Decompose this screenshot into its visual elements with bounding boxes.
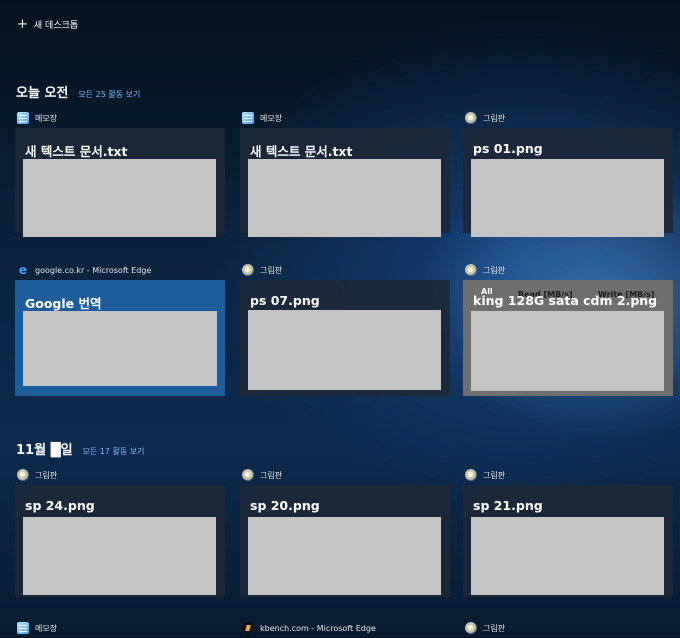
app-name: 그림판 [483, 265, 506, 275]
card-thumbnail [23, 311, 217, 386]
activity-card[interactable]: kbench.com - Microsoft Edge [240, 618, 450, 638]
section-header-november: 11월 █일 모든 17 활동 보기 [16, 439, 145, 458]
activity-card[interactable]: 그림판 sp 20.png [240, 465, 450, 597]
card-thumbnail [248, 517, 441, 595]
card-title: ps 07.png [250, 293, 320, 308]
activity-card[interactable]: 그림판 ps 07.png [240, 260, 450, 396]
card-title: 새 텍스트 문서.txt [250, 144, 353, 159]
section-header-today: 오늘 오전 모든 25 활동 보기 [16, 82, 140, 101]
plus-icon: + [17, 17, 28, 32]
see-all-activities-link[interactable]: 모든 25 활동 보기 [78, 89, 140, 100]
paint-icon [17, 469, 29, 481]
card-thumbnail [248, 310, 441, 390]
paint-icon [242, 264, 254, 276]
app-name: 메모장 [35, 113, 58, 123]
card-title: 새 텍스트 문서.txt [25, 144, 128, 159]
activity-card[interactable]: 그림판 All Read [MB/s] Write [MB/s] king 12… [463, 260, 673, 396]
app-name: kbench.com - Microsoft Edge [260, 623, 376, 633]
notepad-icon [17, 622, 29, 634]
card-thumbnail [248, 159, 441, 237]
card-thumbnail [23, 517, 216, 595]
card-title: sp 21.png [473, 498, 543, 513]
activity-card[interactable]: e google.co.kr - Microsoft Edge Google 번역 [15, 260, 225, 396]
activity-card[interactable]: 그림판 sp 24.png [15, 465, 225, 597]
card-thumbnail [471, 159, 664, 237]
notepad-icon [17, 112, 29, 124]
kbench-icon [242, 622, 254, 634]
activity-card[interactable]: 그림판 sp 21.png [463, 465, 673, 597]
card-thumbnail [471, 311, 664, 391]
app-name: 그림판 [260, 470, 283, 480]
paint-icon [242, 469, 254, 481]
edge-icon: e [18, 263, 28, 277]
card-thumbnail [471, 517, 664, 595]
app-name: 메모장 [35, 623, 58, 633]
app-name: google.co.kr - Microsoft Edge [35, 265, 152, 275]
activity-card[interactable]: 메모장 새 텍스트 문서.txt [15, 108, 225, 237]
notepad-icon [242, 112, 254, 124]
app-name: 그림판 [483, 113, 506, 123]
new-desktop-label: 새 데스크톱 [33, 21, 79, 31]
section-title: 오늘 오전 [16, 86, 69, 101]
activity-card[interactable]: 그림판 ps 01.png [463, 108, 673, 237]
card-title: sp 24.png [25, 498, 95, 513]
app-name: 그림판 [483, 470, 506, 480]
card-title: sp 20.png [250, 498, 320, 513]
app-name: 그림판 [260, 265, 283, 275]
paint-icon [465, 622, 477, 634]
app-name: 메모장 [260, 113, 283, 123]
paint-icon [465, 112, 477, 124]
activity-card[interactable]: 그림판 [463, 618, 673, 638]
app-name: 그림판 [35, 470, 58, 480]
section-title: 11월 █일 [16, 443, 73, 458]
new-desktop-button[interactable]: + 새 데스크톱 [17, 18, 78, 31]
card-title: king 128G sata cdm 2.png [473, 293, 658, 308]
card-title: Google 번역 [25, 296, 102, 311]
card-title: ps 01.png [473, 141, 543, 156]
card-thumbnail [23, 159, 216, 237]
see-all-activities-link[interactable]: 모든 17 활동 보기 [83, 446, 145, 457]
activity-card[interactable]: 메모장 새 텍스트 문서.txt [240, 108, 450, 237]
app-name: 그림판 [483, 623, 506, 633]
paint-icon [465, 469, 477, 481]
paint-icon [465, 264, 477, 276]
activity-card[interactable]: 메모장 [15, 618, 225, 638]
